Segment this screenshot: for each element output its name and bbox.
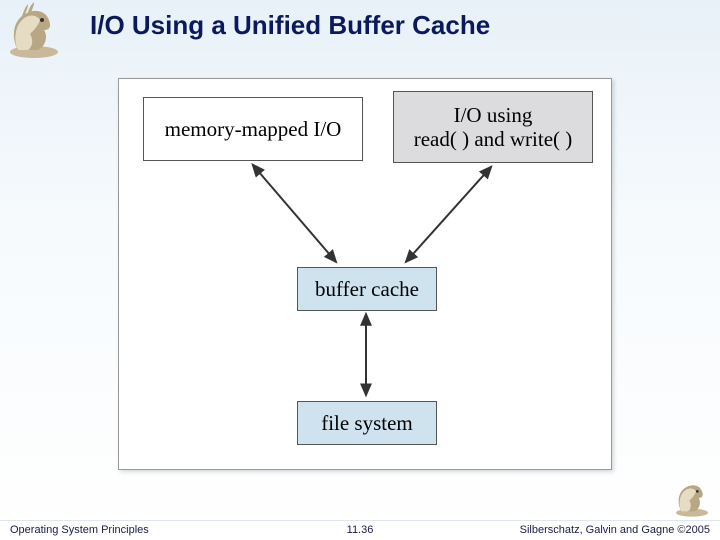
box-label: memory-mapped I/O <box>165 117 342 141</box>
arrow-rw-to-buffer <box>406 167 492 263</box>
dinosaur-logo-bottom-right <box>672 478 712 518</box>
arrow-mm-to-buffer <box>253 165 337 263</box>
dinosaur-icon <box>4 0 64 60</box>
box-label: I/O using read( ) and write( ) <box>414 103 573 151</box>
footer-page-number: 11.36 <box>347 524 374 536</box>
dinosaur-icon <box>672 478 712 518</box>
dinosaur-logo-top-left <box>4 0 64 60</box>
box-buffer-cache: buffer cache <box>297 267 437 311</box>
box-label: buffer cache <box>315 277 419 301</box>
footer-left: Operating System Principles <box>10 524 149 536</box>
slide-title: I/O Using a Unified Buffer Cache <box>90 10 490 41</box>
line2: read( ) and write( ) <box>414 127 573 151</box>
box-io-read-write: I/O using read( ) and write( ) <box>393 91 593 163</box>
diagram-container: memory-mapped I/O I/O using read( ) and … <box>118 78 612 470</box>
line1: I/O using <box>454 103 533 127</box>
box-label: file system <box>321 411 413 435</box>
box-memory-mapped-io: memory-mapped I/O <box>143 97 363 161</box>
slide-footer: Operating System Principles 11.36 Silber… <box>0 520 720 540</box>
footer-right: Silberschatz, Galvin and Gagne ©2005 <box>520 524 710 536</box>
box-file-system: file system <box>297 401 437 445</box>
